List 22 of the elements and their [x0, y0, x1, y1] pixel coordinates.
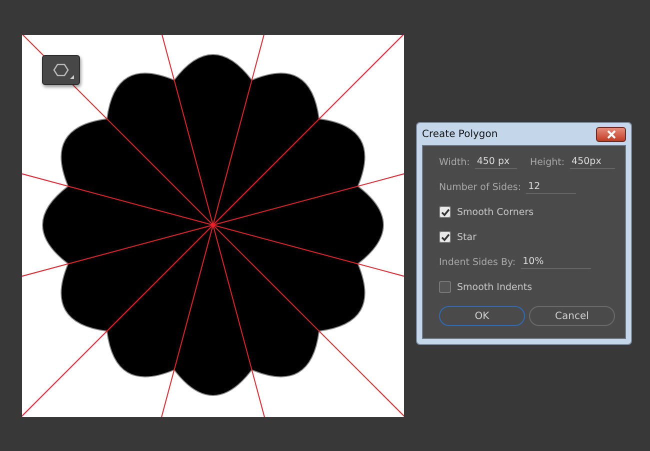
checkbox[interactable] [439, 231, 451, 243]
polygon-tool-button[interactable] [42, 55, 80, 85]
checkbox-label: Smooth Corners [457, 206, 534, 218]
field-label: Indent Sides By: [439, 257, 516, 268]
dialog-button[interactable]: OK [439, 306, 525, 326]
field-label: Width: [439, 157, 470, 168]
input-field[interactable]: 450 px [474, 156, 517, 169]
checkbox[interactable] [439, 206, 451, 218]
corner-triangle-icon [70, 75, 74, 79]
field-label: Number of Sides: [439, 182, 522, 193]
close-button[interactable] [596, 126, 626, 142]
input-field[interactable]: 12 [526, 181, 576, 194]
hexagon-icon [53, 62, 69, 78]
field-label: Height: [530, 157, 565, 168]
dialog-button[interactable]: Cancel [529, 306, 615, 326]
close-icon [606, 130, 616, 138]
checkbox-label: Star [457, 232, 476, 242]
checkbox[interactable] [439, 281, 451, 293]
checkbox-label: Smooth Indents [457, 282, 532, 292]
input-field[interactable]: 10% [520, 256, 591, 269]
input-field[interactable]: 450px [570, 156, 615, 169]
window-title: Create Polygon [422, 128, 498, 140]
